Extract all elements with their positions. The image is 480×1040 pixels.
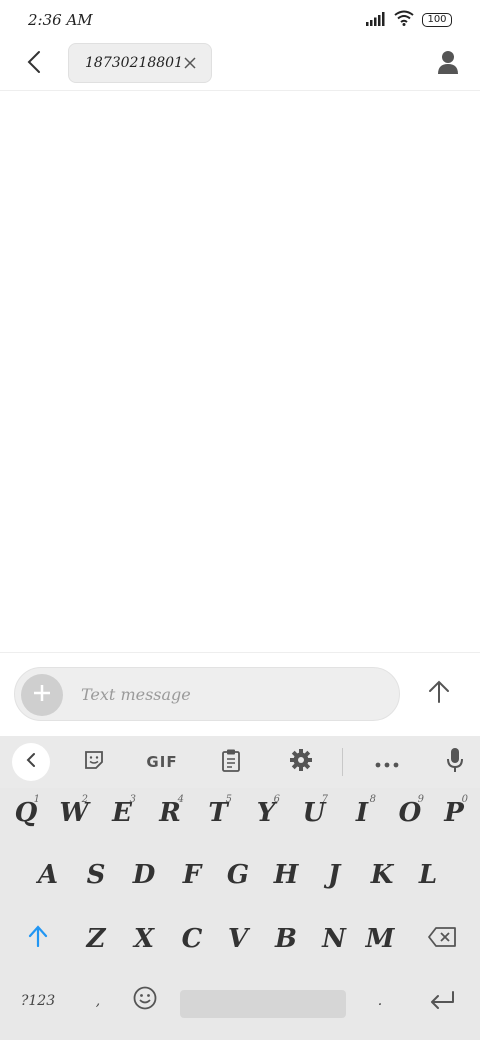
key-r[interactable]: R4 (148, 788, 192, 838)
key-a[interactable]: A (26, 850, 70, 900)
back-button[interactable] (18, 48, 50, 80)
recipient-chip[interactable]: 18730218801 (68, 43, 212, 83)
key-o[interactable]: O9 (388, 788, 432, 838)
key-d[interactable]: D (122, 850, 166, 900)
microphone-icon (446, 747, 464, 777)
close-icon (184, 54, 196, 73)
key-h[interactable]: H (264, 850, 308, 900)
conversation-header: 18730218801 (0, 40, 480, 91)
status-icons: 100 (366, 10, 452, 30)
keyboard-collapse-button[interactable] (12, 743, 50, 781)
contact-button[interactable] (432, 48, 464, 80)
shift-key[interactable] (14, 914, 62, 964)
wifi-icon (394, 10, 414, 30)
key-x[interactable]: X (122, 914, 166, 964)
message-input[interactable] (79, 680, 379, 708)
more-horizontal-icon (375, 753, 399, 772)
compose-bar (0, 652, 480, 736)
key-p[interactable]: P0 (432, 788, 476, 838)
sticker-button[interactable] (78, 744, 110, 780)
key-n[interactable]: N (312, 914, 356, 964)
key-row-3: Z X C V B N M (0, 914, 480, 970)
key-w[interactable]: W2 (52, 788, 96, 838)
toolbar-divider (342, 748, 343, 776)
shift-arrow-icon (28, 924, 48, 954)
period-key[interactable]: . (360, 976, 400, 1026)
key-u[interactable]: U7 (292, 788, 336, 838)
voice-input-button[interactable] (440, 744, 470, 780)
person-icon (438, 50, 458, 78)
key-j[interactable]: J (312, 850, 356, 900)
key-t[interactable]: T5 (196, 788, 240, 838)
enter-key[interactable] (418, 976, 466, 1026)
key-row-1: Q1 W2 E3 R4 T5 Y6 U7 I8 O9 P0 (0, 788, 480, 844)
backspace-icon (428, 924, 456, 954)
keyboard-toolbar: GIF (0, 736, 480, 788)
attach-button[interactable] (21, 674, 63, 716)
send-button[interactable] (422, 677, 456, 711)
key-k[interactable]: K (360, 850, 404, 900)
key-b[interactable]: B (264, 914, 308, 964)
status-bar: 2:36 AM 100 (0, 0, 480, 40)
key-i[interactable]: I8 (340, 788, 384, 838)
remove-recipient-button[interactable] (181, 54, 199, 72)
key-m[interactable]: M (358, 914, 402, 964)
back-arrow-icon (26, 50, 42, 78)
key-c[interactable]: C (170, 914, 214, 964)
clipboard-icon (221, 748, 241, 776)
more-options-button[interactable] (370, 744, 404, 780)
signal-icon (366, 11, 386, 30)
compose-field (14, 667, 400, 721)
arrow-up-icon (428, 680, 450, 708)
keyboard: GIF Q 1 W 2 E 3 R 4 T 5 Y 6 U 7 I 8 O 9 … (0, 736, 480, 1040)
comma-key[interactable]: , (78, 976, 118, 1026)
smiley-icon (133, 986, 157, 1017)
space-key[interactable] (180, 990, 346, 1018)
key-e[interactable]: E3 (100, 788, 144, 838)
key-row-4: ?123 , . (0, 976, 480, 1032)
key-y[interactable]: Y6 (244, 788, 288, 838)
clipboard-button[interactable] (214, 744, 248, 780)
key-s[interactable]: S (74, 850, 118, 900)
key-g[interactable]: G (216, 850, 260, 900)
emoji-key[interactable] (124, 976, 166, 1026)
keyboard-settings-button[interactable] (284, 744, 318, 780)
symbols-key[interactable]: ?123 (10, 976, 66, 1026)
status-time: 2:36 AM (28, 11, 93, 29)
key-q[interactable]: Q1 (4, 788, 48, 838)
key-f[interactable]: F (170, 850, 214, 900)
key-v[interactable]: V (216, 914, 260, 964)
key-row-2: A S D F G H J K L (0, 850, 480, 906)
plus-icon (32, 683, 52, 707)
gif-button[interactable]: GIF (140, 744, 184, 780)
recipient-number: 18730218801 (85, 55, 183, 71)
battery-indicator: 100 (422, 13, 452, 27)
sticker-icon (83, 749, 105, 775)
gear-icon (289, 748, 313, 776)
backspace-key[interactable] (418, 914, 466, 964)
key-z[interactable]: Z (74, 914, 118, 964)
chevron-left-icon (26, 752, 36, 772)
gif-label: GIF (146, 753, 178, 771)
conversation-thread (0, 92, 480, 652)
key-l[interactable]: L (406, 850, 450, 900)
enter-icon (429, 986, 455, 1016)
